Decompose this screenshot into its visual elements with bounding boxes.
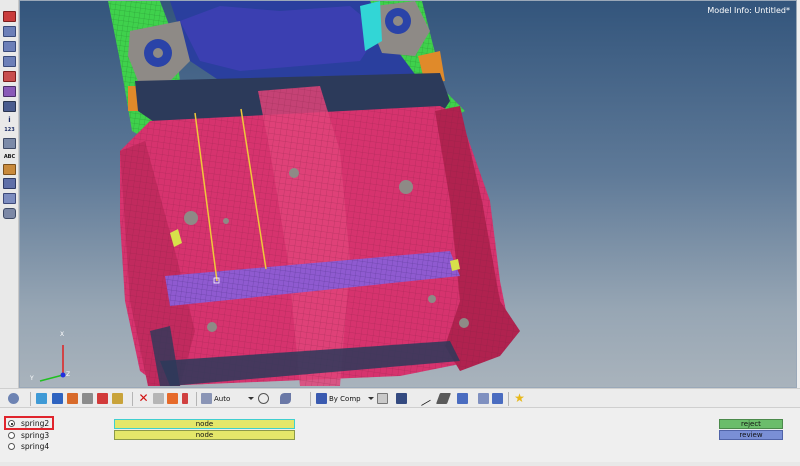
axis-triad-icon — [39, 345, 66, 382]
review-button[interactable]: review — [719, 430, 783, 440]
main-toolbar: ✕ Auto By Comp ★ — [0, 388, 800, 408]
lasso-icon[interactable] — [258, 393, 269, 404]
monitor-icon[interactable] — [492, 393, 503, 404]
star-icon[interactable]: ★ — [514, 392, 525, 404]
mask-element-icon[interactable] — [97, 393, 108, 404]
node-collector-2[interactable]: node — [114, 430, 295, 440]
toolbar-separator — [508, 392, 509, 406]
node-collector-1[interactable]: node — [114, 419, 295, 429]
mask-icon[interactable] — [3, 178, 16, 189]
unmask-icon[interactable] — [112, 393, 123, 404]
toolbar-separator — [132, 392, 133, 406]
find-icon[interactable] — [167, 393, 178, 404]
radio-spring3[interactable]: spring3 — [8, 430, 49, 441]
radio-label: spring3 — [21, 431, 50, 440]
wireframe-icon[interactable] — [377, 393, 388, 404]
surface-icon[interactable] — [435, 393, 452, 404]
radio-button[interactable] — [8, 420, 15, 427]
reject-button[interactable]: reject — [719, 419, 783, 429]
link-icon[interactable] — [478, 393, 489, 404]
element-icon[interactable] — [67, 393, 78, 404]
graphics-viewport[interactable]: Model Info: Untitled* X Y Z — [19, 0, 797, 388]
toolbar-separator — [310, 392, 311, 406]
shape-icon[interactable] — [280, 393, 291, 404]
solid-icon[interactable] — [52, 393, 63, 404]
number-icon[interactable]: 123 — [3, 125, 16, 136]
spring-panel: spring2 spring3 spring4 node node reject… — [0, 409, 800, 466]
abc-icon[interactable]: ABC — [3, 152, 16, 163]
radio-label: spring4 — [21, 442, 50, 451]
front-view-icon[interactable] — [3, 41, 16, 52]
hypermesh-window: i 123 ABC Model Info: Untitled* X Y Z ✕ … — [0, 0, 800, 466]
radio-spring2[interactable]: spring2 — [8, 418, 49, 429]
color-mode-dropdown[interactable]: By Comp — [329, 392, 367, 406]
status-bar — [0, 462, 800, 466]
rotate-icon[interactable] — [8, 393, 19, 404]
color-mode-icon[interactable] — [316, 393, 327, 404]
shaded-elements-icon[interactable] — [396, 393, 407, 404]
wire-icon[interactable] — [3, 193, 16, 204]
hide-icon[interactable] — [153, 393, 164, 404]
triad-y-label: Y — [30, 375, 34, 382]
radio-button[interactable] — [8, 443, 15, 450]
shade-icon[interactable] — [3, 101, 16, 112]
vehicle-floor-mesh — [39, 1, 520, 386]
line-icon[interactable] — [415, 390, 432, 407]
iso-view-icon[interactable] — [3, 86, 16, 97]
toolbar-separator — [30, 392, 31, 406]
rotate-view-icon[interactable] — [3, 26, 16, 37]
radio-button[interactable] — [8, 432, 15, 439]
left-toolbar: i 123 ABC — [0, 0, 19, 388]
solid-mode-icon[interactable] — [457, 393, 468, 404]
triad-z-label: Z — [66, 371, 71, 378]
radio-spring4[interactable]: spring4 — [8, 441, 49, 452]
toolbar-separator — [196, 392, 197, 406]
component-color-icon[interactable] — [36, 393, 47, 404]
delete-icon[interactable]: ✕ — [138, 392, 149, 404]
cube-view-icon[interactable] — [3, 11, 16, 22]
side-view-icon[interactable] — [3, 56, 16, 67]
measure-icon[interactable] — [3, 138, 16, 149]
radio-label: spring2 — [21, 419, 50, 428]
component-icon[interactable] — [3, 164, 16, 175]
pin-icon[interactable] — [182, 393, 188, 404]
display-mode-dropdown[interactable]: Auto — [214, 392, 246, 406]
cylinder-icon[interactable] — [3, 208, 16, 219]
hidden-line-icon[interactable] — [82, 393, 93, 404]
chevron-down-icon[interactable] — [248, 397, 254, 400]
model-info-label: Model Info: Untitled* — [707, 6, 790, 15]
triad-x-label: X — [60, 331, 65, 338]
chevron-down-icon[interactable] — [368, 397, 374, 400]
display-mode-icon[interactable] — [201, 393, 212, 404]
top-view-icon[interactable] — [3, 71, 16, 82]
